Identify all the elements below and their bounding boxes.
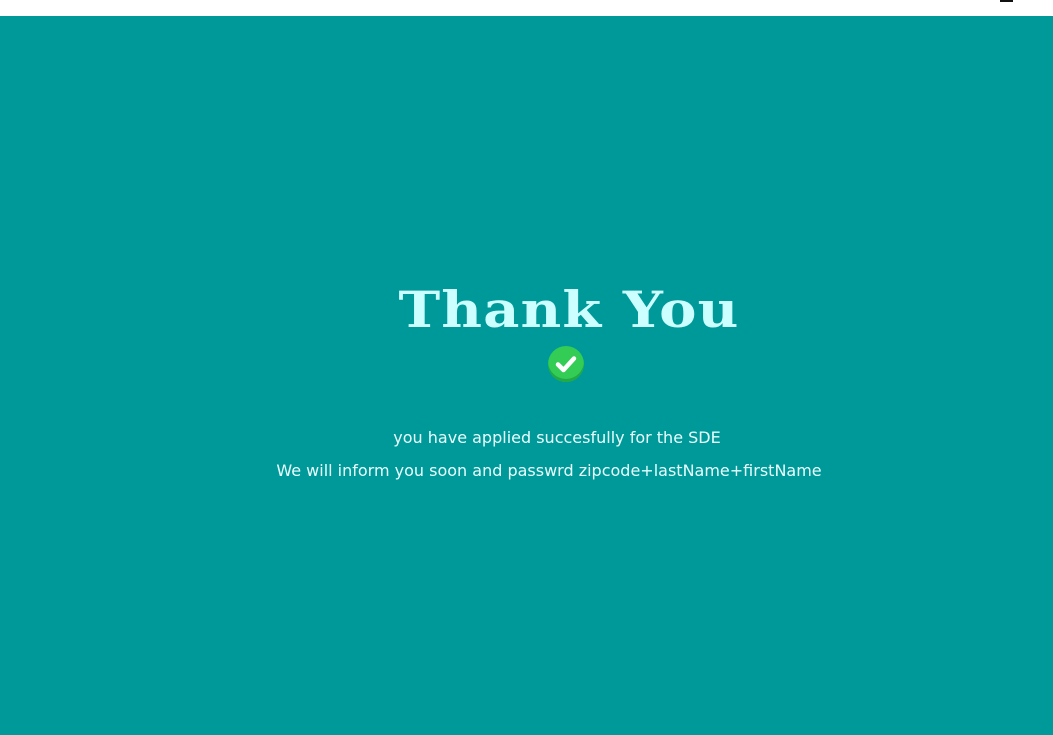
application-success-message: you have applied succesfully for the SDE bbox=[393, 428, 721, 447]
check-circle-icon bbox=[548, 346, 584, 382]
corner-mark bbox=[1000, 0, 1013, 2]
browser-top-strip bbox=[0, 0, 1053, 16]
password-info-message: We will inform you soon and passwrd zipc… bbox=[276, 461, 822, 480]
confirmation-page: Thank You you have applied succesfully f… bbox=[0, 16, 1053, 735]
thank-you-heading: Thank You bbox=[398, 280, 740, 339]
